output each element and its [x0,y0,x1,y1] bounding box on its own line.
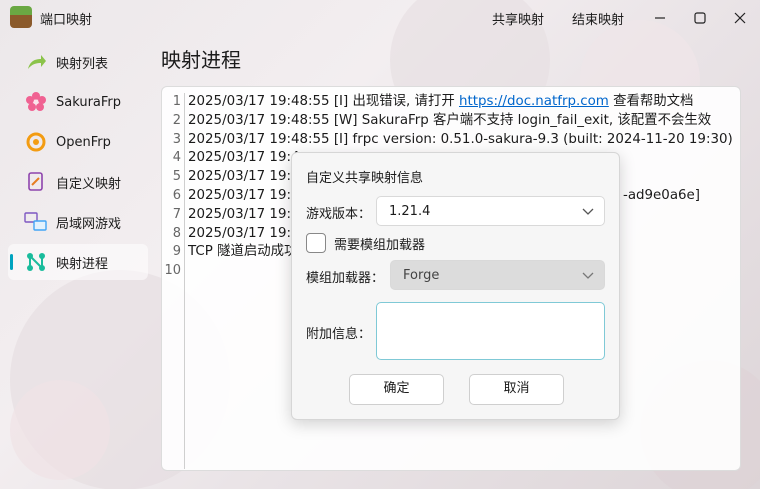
line-number: 5 [172,169,181,185]
log-text: 查看帮助文档 [608,94,694,109]
line-number-gutter: 1 2 3 4 5 6 7 8 9 10 [162,93,185,469]
line-number: 2 [172,112,181,128]
line-number: 6 [172,187,181,203]
mod-loader-select[interactable]: Forge [390,260,605,290]
line-number: 4 [172,150,181,166]
share-arrow-icon [24,50,48,74]
help-doc-link[interactable]: https://doc.natfrp.com [459,94,609,109]
process-nodes-icon [24,250,48,274]
openfrp-logo-icon [24,130,48,154]
line-number: 8 [172,225,181,241]
share-mapping-button[interactable]: 共享映射 [492,9,544,28]
close-icon[interactable] [720,0,760,36]
sidebar-item-label: 映射列表 [56,56,109,72]
log-text: 2025/03/17 19:4 [188,187,300,203]
log-line: 2025/03/17 19:48:55 [W] SakuraFrp 客户端不支持… [188,112,712,128]
line-number: 9 [172,244,181,260]
sidebar-item-mapping-process[interactable]: 映射进程 [8,244,148,280]
log-text: -ad9e0a6e] [623,187,701,203]
minimize-icon[interactable] [640,0,680,36]
sidebar-item-label: 映射进程 [56,256,109,272]
sidebar-item-label: OpenFrp [56,134,111,150]
game-version-value: 1.21.4 [389,204,431,219]
line-number: 10 [164,263,181,279]
log-line: 2025/03/17 19:48:55 [I] 出现错误, 请打开 https:… [188,93,740,112]
sidebar-item-mapping-list[interactable]: 映射列表 [8,44,148,80]
sidebar-item-openfrp[interactable]: OpenFrp [8,124,148,160]
sidebar-item-lan-game[interactable]: 局域网游戏 [8,204,148,240]
sidebar-item-sakurafrp[interactable]: SakuraFrp [8,84,148,120]
sidebar: 映射列表 SakuraFrp OpenFrp 自定义映射 局域网游戏 映射进程 [8,44,148,284]
title-bar: 端口映射 共享映射 结束映射 [0,0,760,36]
mod-loader-label: 模组加载器： [306,271,385,286]
sidebar-item-label: SakuraFrp [56,94,122,110]
game-version-label: 游戏版本： [306,207,372,222]
mod-loader-value: Forge [403,268,440,283]
share-mapping-dialog: 自定义共享映射信息 游戏版本： 1.21.4 需要模组加载器 模组加载器： Fo… [291,152,620,420]
sidebar-item-custom-mapping[interactable]: 自定义映射 [8,164,148,200]
chevron-down-icon [582,261,594,302]
need-loader-label: 需要模组加载器 [334,238,426,253]
cancel-button[interactable]: 取消 [469,374,564,405]
extra-info-input[interactable] [376,302,605,360]
line-number: 7 [172,206,181,222]
dialog-title: 自定义共享映射信息 [306,171,424,186]
line-number: 3 [172,131,181,147]
end-mapping-button[interactable]: 结束映射 [572,9,624,28]
app-logo-icon [10,6,32,28]
lan-computers-icon [24,210,48,234]
game-version-select[interactable]: 1.21.4 [376,196,605,226]
need-loader-checkbox[interactable] [306,233,326,253]
app-title: 端口映射 [40,13,93,28]
page-title: 映射进程 [161,48,241,72]
chevron-down-icon [582,197,594,238]
extra-info-label: 附加信息： [306,327,372,342]
sidebar-item-label: 自定义映射 [56,176,122,192]
maximize-icon[interactable] [680,0,720,36]
sidebar-item-label: 局域网游戏 [56,216,122,232]
ok-button[interactable]: 确定 [349,374,444,405]
active-indicator [10,254,13,270]
line-number: 1 [172,94,181,109]
log-line: 2025/03/17 19:48:55 [I] frpc version: 0.… [188,131,733,147]
sakura-flower-icon [24,90,48,114]
log-text: 2025/03/17 19:48:55 [I] 出现错误, 请打开 [188,94,459,109]
edit-document-icon [24,170,48,194]
